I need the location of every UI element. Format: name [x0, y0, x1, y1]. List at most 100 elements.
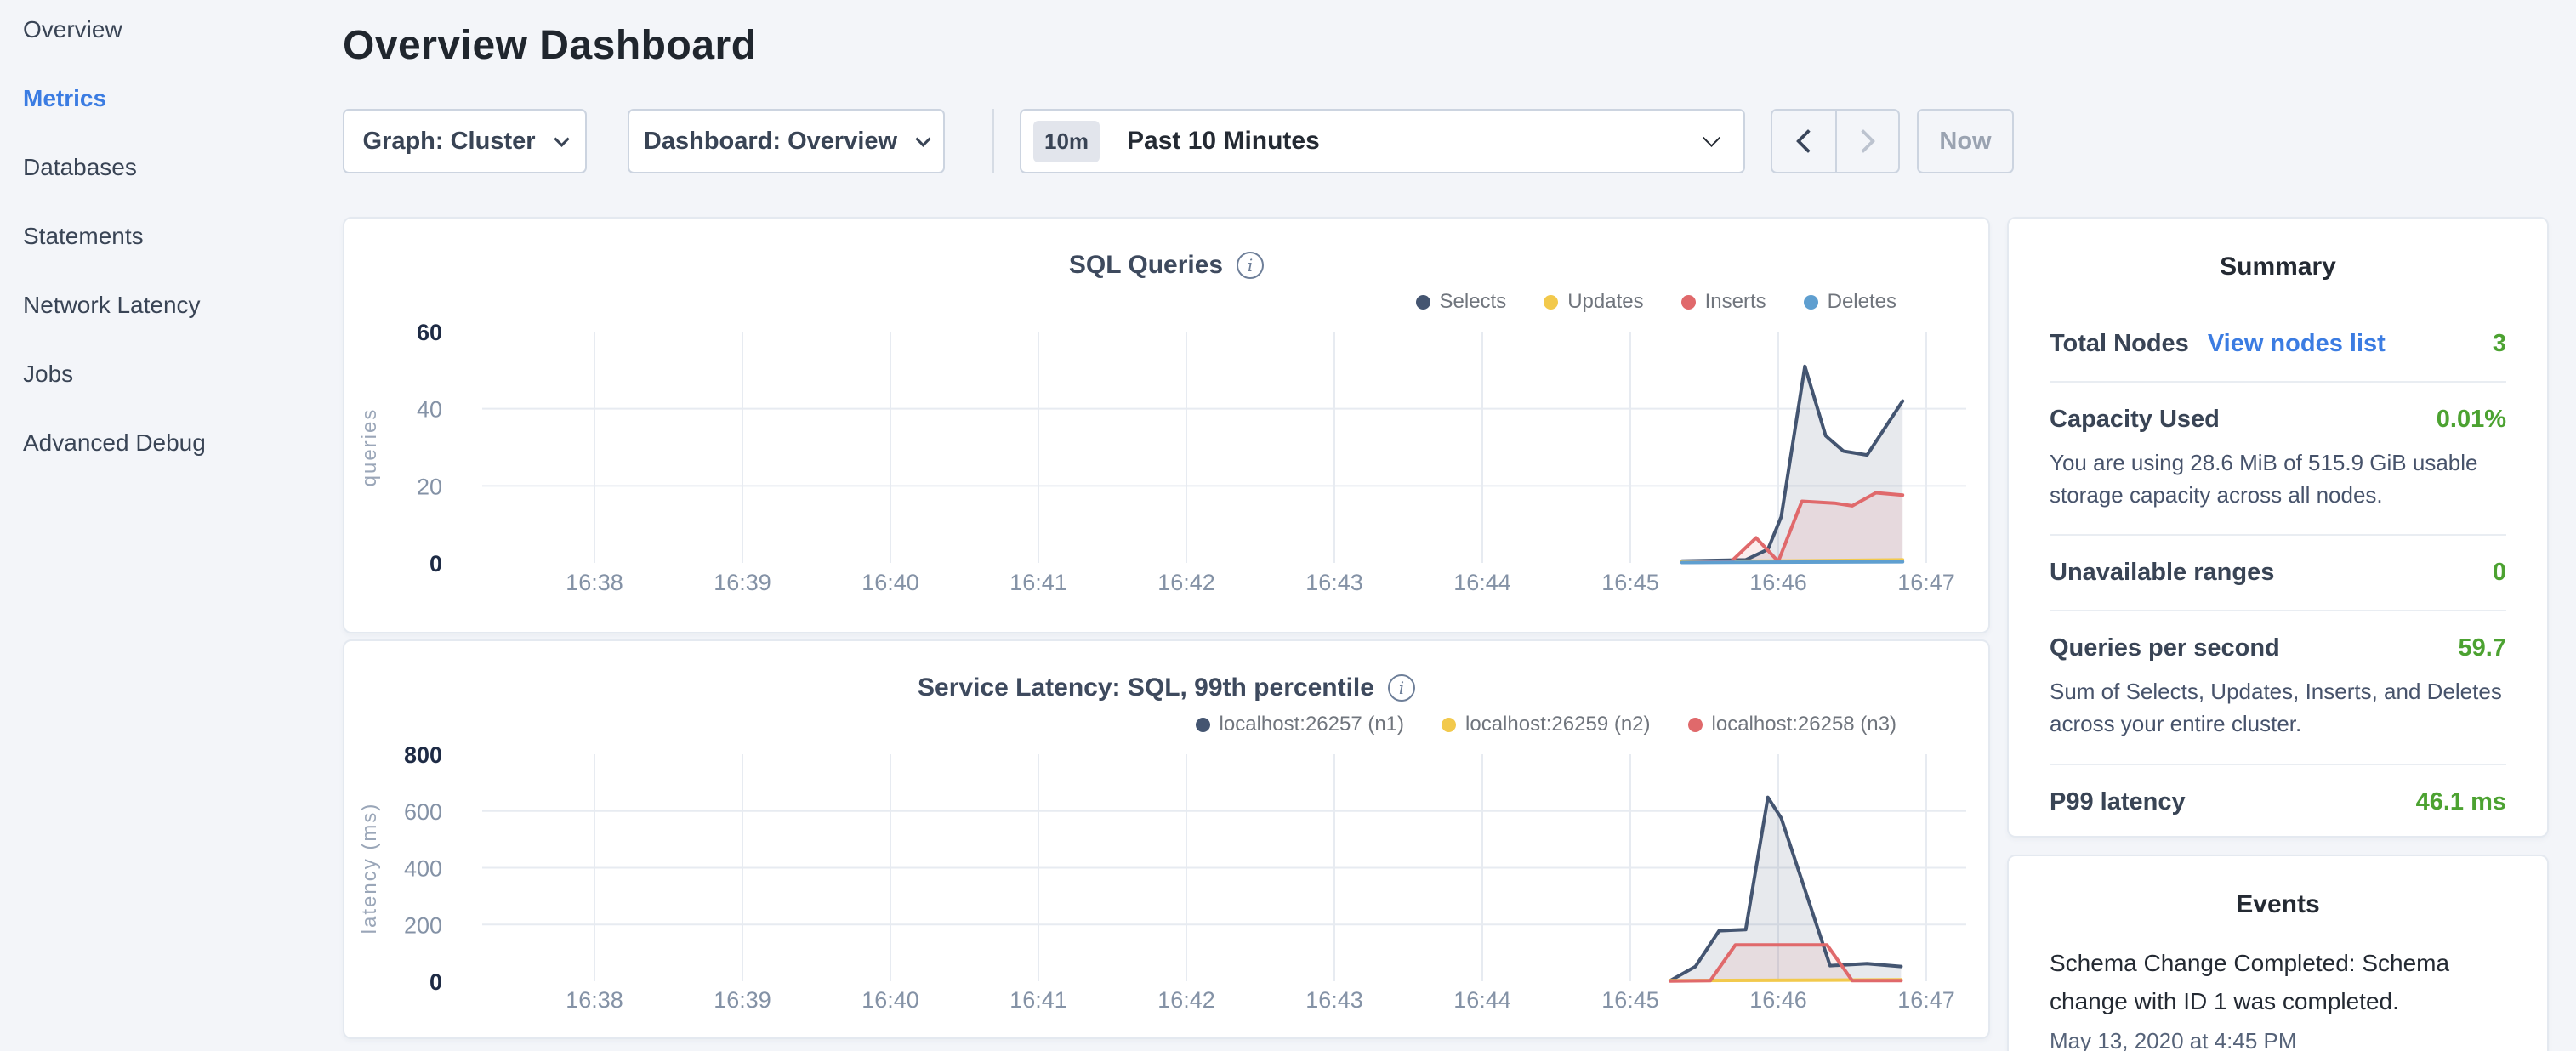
x-tick-label: 16:42	[1157, 570, 1215, 595]
chevron-left-icon	[1796, 129, 1820, 153]
summary-item-value: 46.1 ms	[2416, 788, 2506, 816]
now-button[interactable]: Now	[1917, 109, 2014, 173]
controls-bar: Graph: Cluster Dashboard: Overview 10m P…	[343, 109, 2014, 173]
legend-label: localhost:26259 (n2)	[1465, 713, 1650, 736]
summary-item-head: Total Nodes View nodes list 3	[2050, 330, 2506, 358]
summary-item-value: 3	[2493, 330, 2506, 358]
sidebar-item-network-latency[interactable]: Network Latency	[23, 293, 206, 317]
y-tick-label: 600	[404, 799, 442, 825]
legend-item-localhost-26257-n1[interactable]: localhost:26257 (n1)	[1196, 713, 1404, 736]
legend-dot-icon	[1442, 718, 1456, 732]
time-range-label: Past 10 Minutes	[1127, 127, 1705, 156]
sql-queries-chart-card: SQL Queries i Selects Updates Inserts Delet…	[343, 217, 1990, 633]
legend-item-updates[interactable]: Updates	[1544, 290, 1643, 314]
view-nodes-list-link[interactable]: View nodes list	[2208, 330, 2386, 358]
summary-item-head: P99 latency 46.1 ms	[2050, 788, 2506, 816]
next-time-button[interactable]	[1835, 111, 1898, 172]
events-panel: Events Schema Change Completed: Schema c…	[2007, 855, 2549, 1051]
event-message: Schema Change Completed: Schema change w…	[2050, 945, 2506, 1021]
sql-queries-chart[interactable]: 020406016:3816:3916:4016:4116:4216:4316:…	[361, 316, 1977, 631]
legend-dot-icon	[1196, 718, 1210, 732]
chevron-down-icon	[554, 131, 569, 146]
x-tick-label: 16:44	[1453, 570, 1511, 595]
x-tick-label: 16:46	[1749, 570, 1807, 595]
x-tick-label: 16:45	[1601, 570, 1659, 595]
legend-item-localhost-26258-n3[interactable]: localhost:26258 (n3)	[1688, 713, 1896, 736]
y-tick-label: 400	[404, 856, 442, 882]
legend-label: Updates	[1567, 290, 1643, 314]
sidebar-item-advanced-debug[interactable]: Advanced Debug	[23, 430, 206, 455]
events-title: Events	[2050, 890, 2506, 919]
summary-items: Total Nodes View nodes list 3 Capacity Used…	[2050, 307, 2506, 839]
x-tick-label: 16:40	[862, 987, 919, 1013]
x-tick-label: 16:39	[714, 570, 771, 595]
summary-item-label: Capacity Used	[2050, 406, 2220, 434]
summary-panel: Summary Total NodesView nodes list3Capac…	[2007, 217, 2549, 838]
summary-item-value: 59.7	[2459, 634, 2506, 662]
info-icon[interactable]: i	[1237, 252, 1264, 279]
event-item: Schema Change Completed: Schema change w…	[2050, 945, 2506, 1051]
legend-item-deletes[interactable]: Deletes	[1804, 290, 1896, 314]
chart-legend: Selects Updates Inserts Deletes	[1416, 290, 1897, 314]
summary-item-p99-latency: P99 latency 46.1 ms	[2050, 765, 2506, 839]
y-tick-label: 40	[417, 397, 442, 423]
legend-item-localhost-26259-n2[interactable]: localhost:26259 (n2)	[1442, 713, 1650, 736]
y-axis-label: latency (ms)	[361, 803, 381, 935]
legend-item-inserts[interactable]: Inserts	[1681, 290, 1766, 314]
legend-dot-icon	[1681, 295, 1696, 310]
y-tick-label: 800	[404, 742, 442, 768]
event-timestamp: May 13, 2020 at 4:45 PM	[2050, 1028, 2506, 1051]
chart-title: Service Latency: SQL, 99th percentile	[918, 673, 1374, 702]
summary-item-total-nodes: Total Nodes View nodes list 3	[2050, 307, 2506, 383]
legend-dot-icon	[1416, 295, 1430, 310]
chart-title-row: Service Latency: SQL, 99th percentile i	[344, 673, 1988, 702]
x-tick-label: 16:43	[1305, 570, 1363, 595]
summary-item-capacity-used: Capacity Used0.01%You are using 28.6 MiB…	[2050, 383, 2506, 536]
summary-item-label: Total Nodes	[2050, 330, 2189, 358]
dashboard-dropdown[interactable]: Dashboard: Overview	[628, 109, 945, 173]
summary-item-head: Queries per second59.7	[2050, 634, 2506, 662]
x-tick-label: 16:47	[1897, 987, 1955, 1013]
divider	[992, 109, 994, 173]
x-tick-label: 16:46	[1749, 987, 1807, 1013]
y-tick-label: 200	[404, 912, 442, 938]
chevron-down-icon	[1703, 128, 1720, 146]
info-icon[interactable]: i	[1388, 674, 1415, 702]
summary-item-value: 0	[2493, 559, 2506, 587]
time-range-badge: 10m	[1033, 121, 1100, 162]
chart-title-row: SQL Queries i	[344, 251, 1988, 280]
x-tick-label: 16:40	[862, 570, 919, 595]
time-range-dropdown[interactable]: 10m Past 10 Minutes	[1020, 109, 1745, 173]
sidebar-item-statements[interactable]: Statements	[23, 224, 206, 248]
y-tick-label: 0	[429, 969, 442, 995]
x-tick-label: 16:38	[566, 570, 623, 595]
legend-dot-icon	[1804, 295, 1818, 310]
events-list: Schema Change Completed: Schema change w…	[2050, 945, 2506, 1051]
sidebar: Overview Metrics Databases Statements Networ…	[23, 17, 206, 499]
chevron-right-icon	[1851, 129, 1875, 153]
summary-item-value: 0.01%	[2437, 406, 2506, 434]
summary-item-head: Unavailable ranges0	[2050, 559, 2506, 587]
y-axis-label: queries	[361, 408, 381, 487]
chevron-down-icon	[915, 131, 930, 146]
graph-dropdown[interactable]: Graph: Cluster	[343, 109, 587, 173]
service-latency-chart[interactable]: 020040060080016:3816:3916:4016:4116:4216…	[361, 739, 1977, 1037]
x-tick-label: 16:44	[1453, 987, 1511, 1013]
service-latency-chart-card: Service Latency: SQL, 99th percentile i …	[343, 639, 1990, 1039]
sidebar-item-metrics[interactable]: Metrics	[23, 86, 206, 111]
sidebar-item-overview[interactable]: Overview	[23, 17, 206, 42]
x-tick-label: 16:41	[1009, 570, 1067, 595]
summary-item-label: P99 latency	[2050, 788, 2186, 816]
dashboard-dropdown-label: Dashboard: Overview	[644, 128, 897, 156]
legend-label: Inserts	[1705, 290, 1766, 314]
chart-title: SQL Queries	[1069, 251, 1223, 280]
prev-time-button[interactable]	[1772, 111, 1835, 172]
legend-item-selects[interactable]: Selects	[1416, 290, 1507, 314]
sidebar-item-databases[interactable]: Databases	[23, 155, 206, 179]
y-tick-label: 60	[417, 320, 442, 345]
sidebar-item-jobs[interactable]: Jobs	[23, 361, 206, 386]
legend-label: Selects	[1440, 290, 1507, 314]
legend-label: localhost:26258 (n3)	[1712, 713, 1896, 736]
x-tick-label: 16:43	[1305, 987, 1363, 1013]
y-tick-label: 0	[429, 551, 442, 577]
